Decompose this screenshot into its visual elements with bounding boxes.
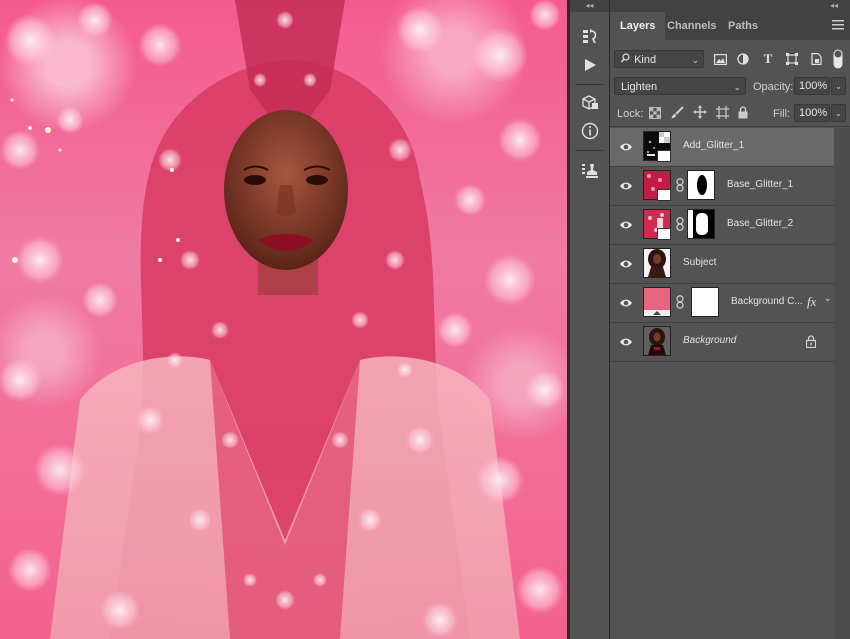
document-canvas[interactable] <box>0 0 567 639</box>
lock-transparent-icon[interactable] <box>649 107 661 122</box>
fill-label: Fill: <box>773 108 791 120</box>
layer-thumbnail[interactable] <box>643 326 671 356</box>
chevron-down-icon[interactable]: ⌄ <box>824 293 832 304</box>
layer-row[interactable]: Add_Glitter_1 <box>610 128 834 167</box>
info-icon[interactable] <box>576 118 603 144</box>
canvas-artwork <box>0 0 565 639</box>
fill-layer-thumbnail[interactable] <box>643 287 671 317</box>
blend-opacity-row: Lighten ⌄ Opacity: 100% ⌄ <box>610 76 850 98</box>
layer-mask-thumbnail[interactable] <box>687 170 715 200</box>
play-icon[interactable] <box>576 52 603 78</box>
blend-mode-dropdown[interactable]: Lighten ⌄ <box>614 77 746 95</box>
eye-icon[interactable] <box>619 257 633 271</box>
lock-move-icon[interactable] <box>693 105 707 122</box>
adjustment-filter-icon[interactable] <box>735 51 751 67</box>
chevron-down-icon: ⌄ <box>691 55 699 65</box>
tab-channels[interactable]: Channels <box>657 12 727 40</box>
lock-paint-icon[interactable] <box>671 106 684 122</box>
layer-name[interactable]: Subject <box>683 257 716 268</box>
lock-artboard-icon[interactable] <box>716 106 729 122</box>
lock-all-icon[interactable] <box>738 106 748 122</box>
filter-kind-label: Kind <box>634 54 657 66</box>
blend-mode-value: Lighten <box>621 81 658 93</box>
filter-toggle-icon[interactable] <box>832 49 844 69</box>
smart-object-badge-icon <box>657 228 671 240</box>
layer-name[interactable]: Background <box>683 335 736 346</box>
opacity-input[interactable]: 100% <box>794 77 830 95</box>
layer-list: Add_Glitter_1 Base_Glitter_1 Base_Glitte… <box>610 128 834 363</box>
type-filter-icon[interactable]: T <box>760 51 776 67</box>
fill-input[interactable]: 100% <box>794 104 830 122</box>
smart-object-badge-icon <box>657 189 671 201</box>
eye-icon[interactable] <box>619 140 633 154</box>
lock-fill-row: Lock: Fill: 100% ⌄ <box>610 103 850 125</box>
smart-object-filter-icon[interactable] <box>808 51 824 67</box>
fill-dropdown-button[interactable]: ⌄ <box>831 104 846 122</box>
layer-mask-thumbnail[interactable] <box>687 209 715 239</box>
lock-icon[interactable] <box>806 335 816 348</box>
layer-row[interactable]: Subject <box>610 245 834 284</box>
eye-icon[interactable] <box>619 218 633 232</box>
layer-row[interactable]: Base_Glitter_1 <box>610 167 834 206</box>
tab-paths[interactable]: Paths <box>718 12 768 40</box>
filter-kind-dropdown[interactable]: Kind ⌄ <box>614 50 704 68</box>
layer-mask-thumbnail[interactable] <box>691 287 719 317</box>
opacity-label: Opacity: <box>753 81 794 93</box>
history-icon[interactable] <box>576 24 603 50</box>
image-filter-icon[interactable] <box>712 51 728 67</box>
layer-name[interactable]: Background C... <box>731 296 803 307</box>
opacity-dropdown-button[interactable]: ⌄ <box>831 77 846 95</box>
shape-filter-icon[interactable] <box>784 51 800 67</box>
chain-icon[interactable] <box>676 178 684 192</box>
layer-thumbnail[interactable] <box>643 248 671 278</box>
effects-fx-icon[interactable]: fx <box>807 294 816 310</box>
3d-icon[interactable] <box>576 90 603 116</box>
collapse-panel-icon[interactable]: ◂◂ <box>610 0 850 12</box>
layer-row[interactable]: Background <box>610 323 834 362</box>
layer-row[interactable]: Base_Glitter_2 <box>610 206 834 245</box>
collapse-dock-icon[interactable]: ◂◂ <box>570 0 609 12</box>
layer-name[interactable]: Add_Glitter_1 <box>683 140 744 151</box>
smart-object-badge-icon <box>657 150 671 162</box>
panel-menu-icon[interactable] <box>832 20 844 30</box>
layer-row[interactable]: Background C... fx ⌄ <box>610 284 834 323</box>
layers-panel: ◂◂ Layers Channels Paths Kind ⌄ T Lighte… <box>610 0 850 639</box>
layers-scrollbar-track[interactable] <box>834 128 850 639</box>
chain-icon[interactable] <box>676 295 684 309</box>
chain-icon[interactable] <box>676 217 684 231</box>
chevron-down-icon: ⌄ <box>733 82 741 92</box>
collapsed-panel-dock: ◂◂ <box>570 0 610 639</box>
eye-icon[interactable] <box>619 335 633 349</box>
lock-label: Lock: <box>617 108 644 120</box>
eye-icon[interactable] <box>619 179 633 193</box>
layer-list-empty-area[interactable] <box>610 363 834 639</box>
clone-source-icon[interactable] <box>576 158 603 184</box>
eye-icon[interactable] <box>619 296 633 310</box>
layer-name[interactable]: Base_Glitter_2 <box>727 218 793 229</box>
search-icon <box>620 51 631 69</box>
panel-tabs: Layers Channels Paths <box>610 12 850 40</box>
layer-name[interactable]: Base_Glitter_1 <box>727 179 793 190</box>
layer-filter-row: Kind ⌄ T <box>610 48 850 70</box>
